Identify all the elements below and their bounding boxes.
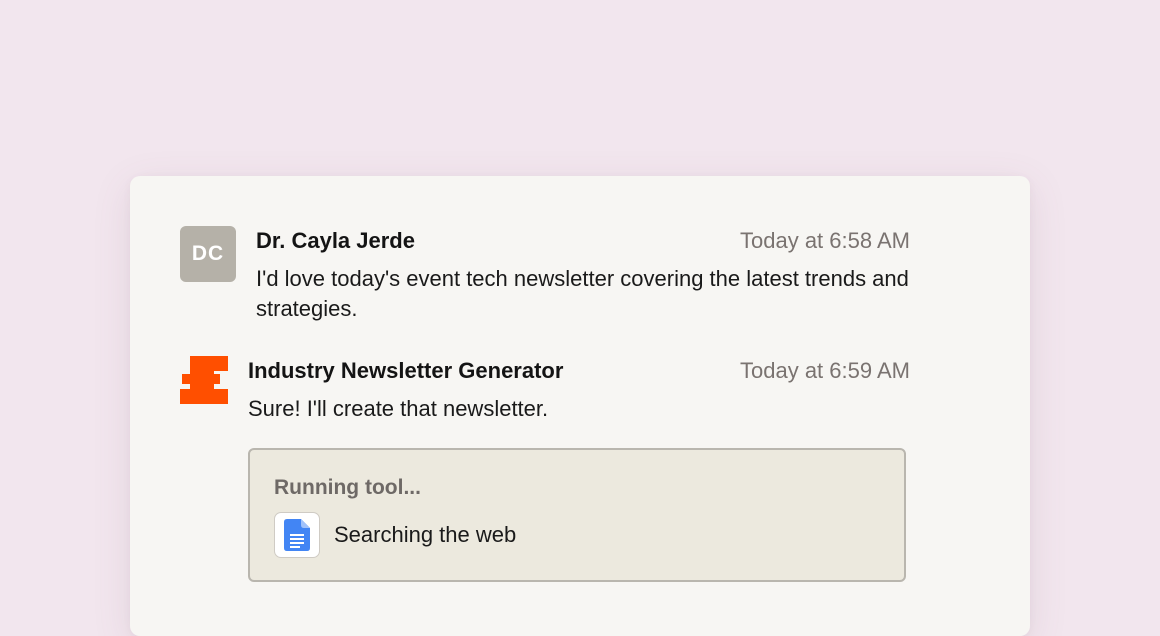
tool-status-box: Running tool... Searching the web — [248, 448, 906, 582]
zapier-logo-icon — [180, 356, 228, 404]
message-timestamp: Today at 6:58 AM — [740, 228, 910, 253]
message-text: Sure! I'll create that newsletter. — [248, 396, 549, 421]
message-author: Industry Newsletter Generator — [248, 358, 564, 383]
message-text: I'd love today's event tech newsletter c… — [256, 266, 909, 321]
google-docs-icon — [274, 512, 320, 558]
tool-label: Searching the web — [334, 522, 517, 547]
chat-card: DC Dr. Cayla Jerde Today at 6:58 AM I'd … — [130, 176, 1030, 636]
message-author: Dr. Cayla Jerde — [256, 228, 415, 253]
message-timestamp: Today at 6:59 AM — [740, 358, 910, 383]
tool-status-text: Running tool... — [274, 476, 421, 499]
tool-item: Searching the web — [274, 512, 516, 558]
message-header: Dr. Cayla Jerde Today at 6:58 AM — [256, 228, 910, 254]
message-header: Industry Newsletter Generator Today at 6… — [248, 358, 910, 384]
avatar: DC — [180, 226, 236, 282]
